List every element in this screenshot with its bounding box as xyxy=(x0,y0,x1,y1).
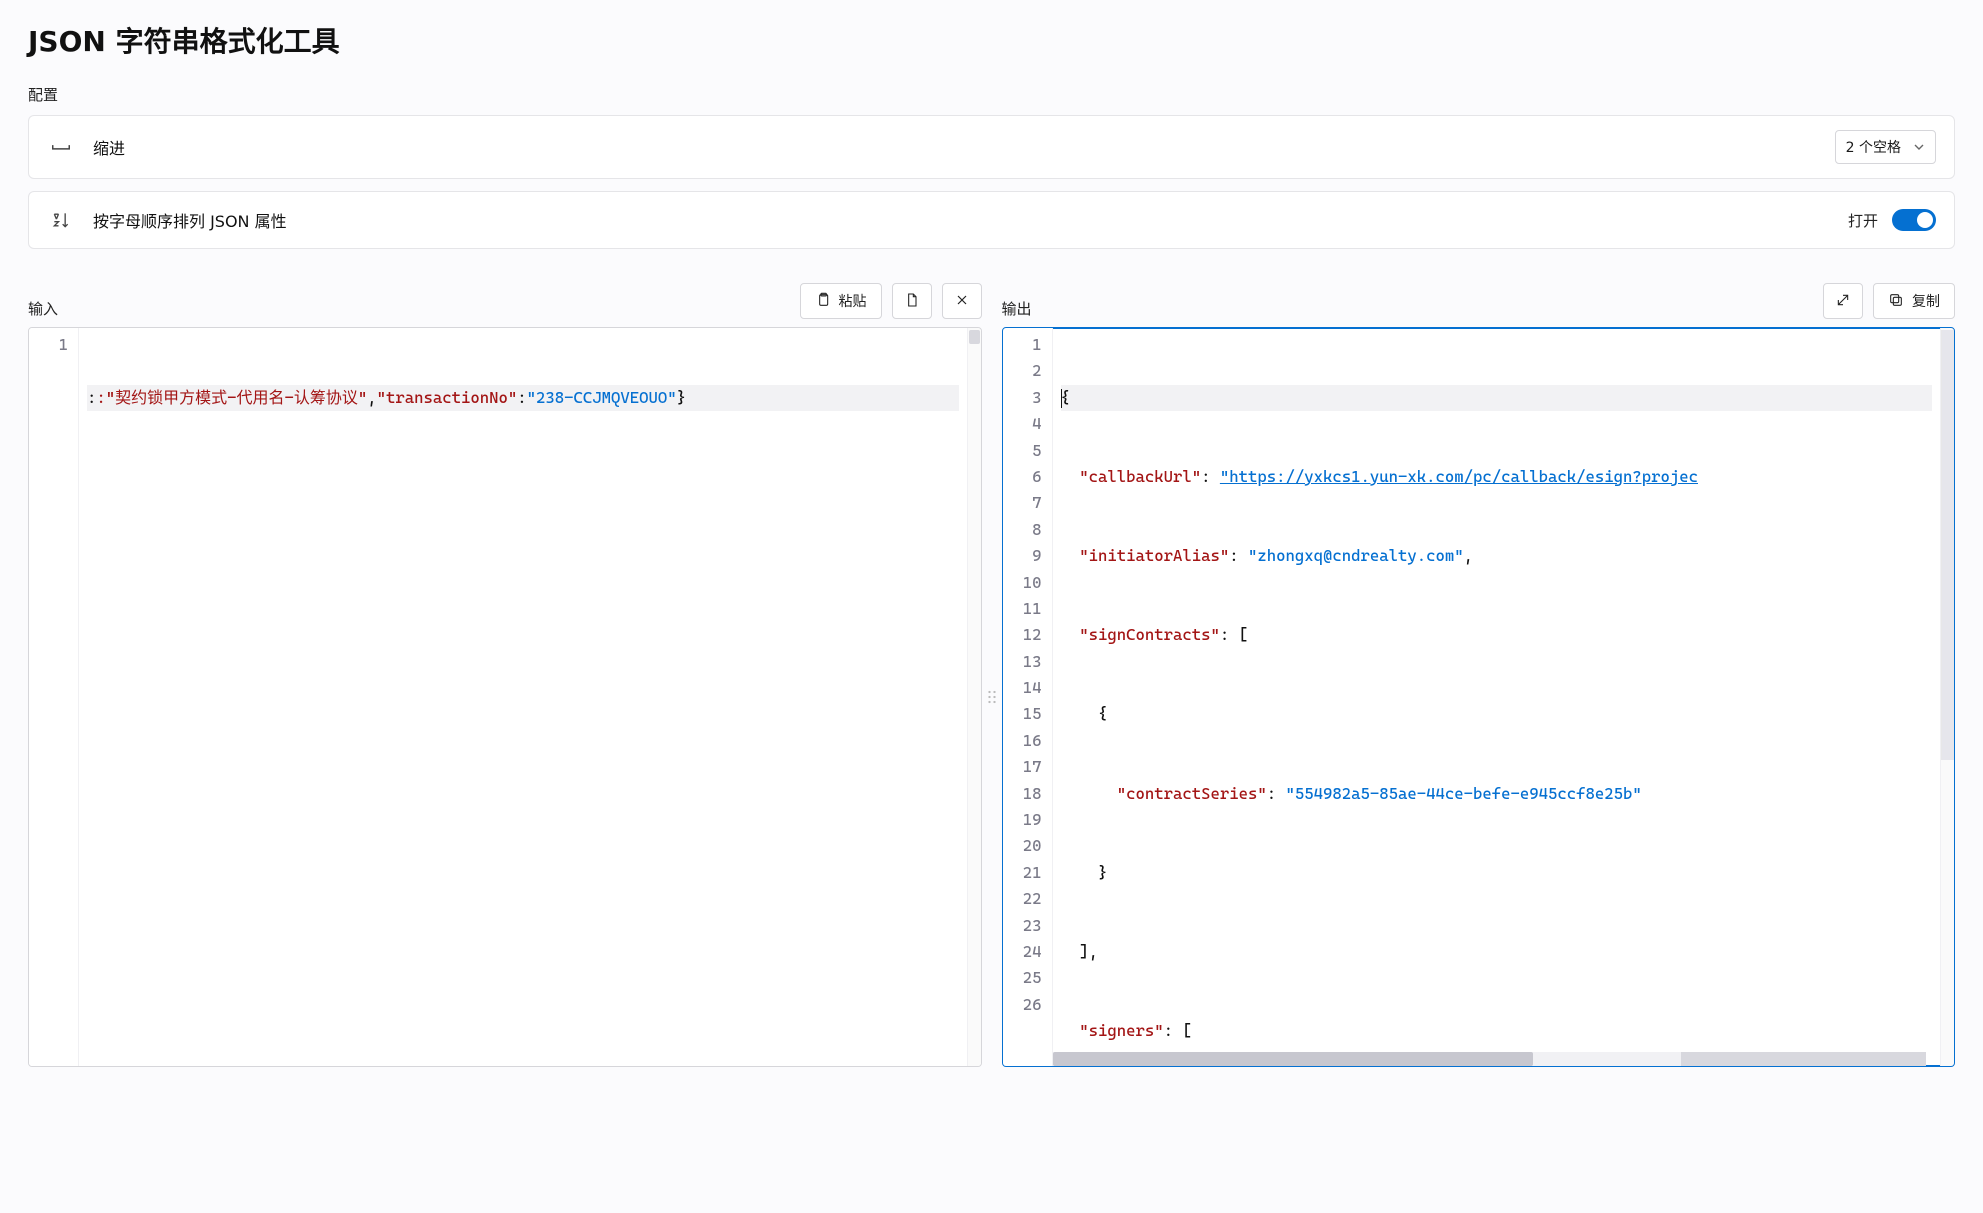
chevron-down-icon xyxy=(1913,141,1925,153)
file-icon xyxy=(904,292,920,311)
input-code[interactable]: ::"契约锁甲方模式-代用名-认筹协议","transactionNo":"23… xyxy=(79,328,967,1066)
indent-select[interactable]: 2 个空格 xyxy=(1835,130,1936,164)
expand-icon xyxy=(1835,292,1851,311)
output-gutter: 1234567891011121314151617181920212223242… xyxy=(1003,328,1053,1066)
indent-label: 缩进 xyxy=(93,135,125,159)
open-file-button[interactable] xyxy=(892,283,932,319)
copy-button[interactable]: 复制 xyxy=(1873,283,1955,319)
sort-toggle[interactable] xyxy=(1892,209,1936,231)
output-editor[interactable]: 1234567891011121314151617181920212223242… xyxy=(1002,327,1956,1067)
output-horizontal-scrollbar[interactable] xyxy=(1053,1052,1927,1066)
page-title: JSON 字符串格式化工具 xyxy=(28,20,1955,60)
paste-button-label: 粘贴 xyxy=(839,291,867,311)
copy-button-label: 复制 xyxy=(1912,291,1940,311)
config-indent-row: 缩进 2 个空格 xyxy=(28,115,1955,179)
paste-button[interactable]: 粘贴 xyxy=(800,283,882,319)
input-label: 输入 xyxy=(28,298,58,319)
close-icon xyxy=(954,292,970,311)
copy-icon xyxy=(1888,292,1904,311)
input-editor[interactable]: 1 ::"契约锁甲方模式-代用名-认筹协议","transactionNo":"… xyxy=(28,327,982,1067)
clipboard-icon xyxy=(815,292,831,311)
config-section-label: 配置 xyxy=(28,84,1955,105)
spacebar-icon xyxy=(47,133,75,161)
clear-input-button[interactable] xyxy=(942,283,982,319)
indent-selected-value: 2 个空格 xyxy=(1846,137,1901,157)
sort-toggle-state: 打开 xyxy=(1848,210,1878,231)
output-label: 输出 xyxy=(1002,298,1032,319)
input-gutter: 1 xyxy=(29,328,79,1066)
output-code[interactable]: { "callbackUrl": "https://yxkcs1.yun-xk.… xyxy=(1053,328,1941,1066)
sort-label: 按字母顺序排列 JSON 属性 xyxy=(93,208,287,232)
expand-output-button[interactable] xyxy=(1823,283,1863,319)
config-sort-row: 按字母顺序排列 JSON 属性 打开 xyxy=(28,191,1955,249)
input-minimap[interactable] xyxy=(967,328,981,1066)
sort-alpha-icon xyxy=(47,206,75,234)
output-minimap[interactable] xyxy=(1940,328,1954,1066)
split-handle[interactable] xyxy=(985,687,999,707)
